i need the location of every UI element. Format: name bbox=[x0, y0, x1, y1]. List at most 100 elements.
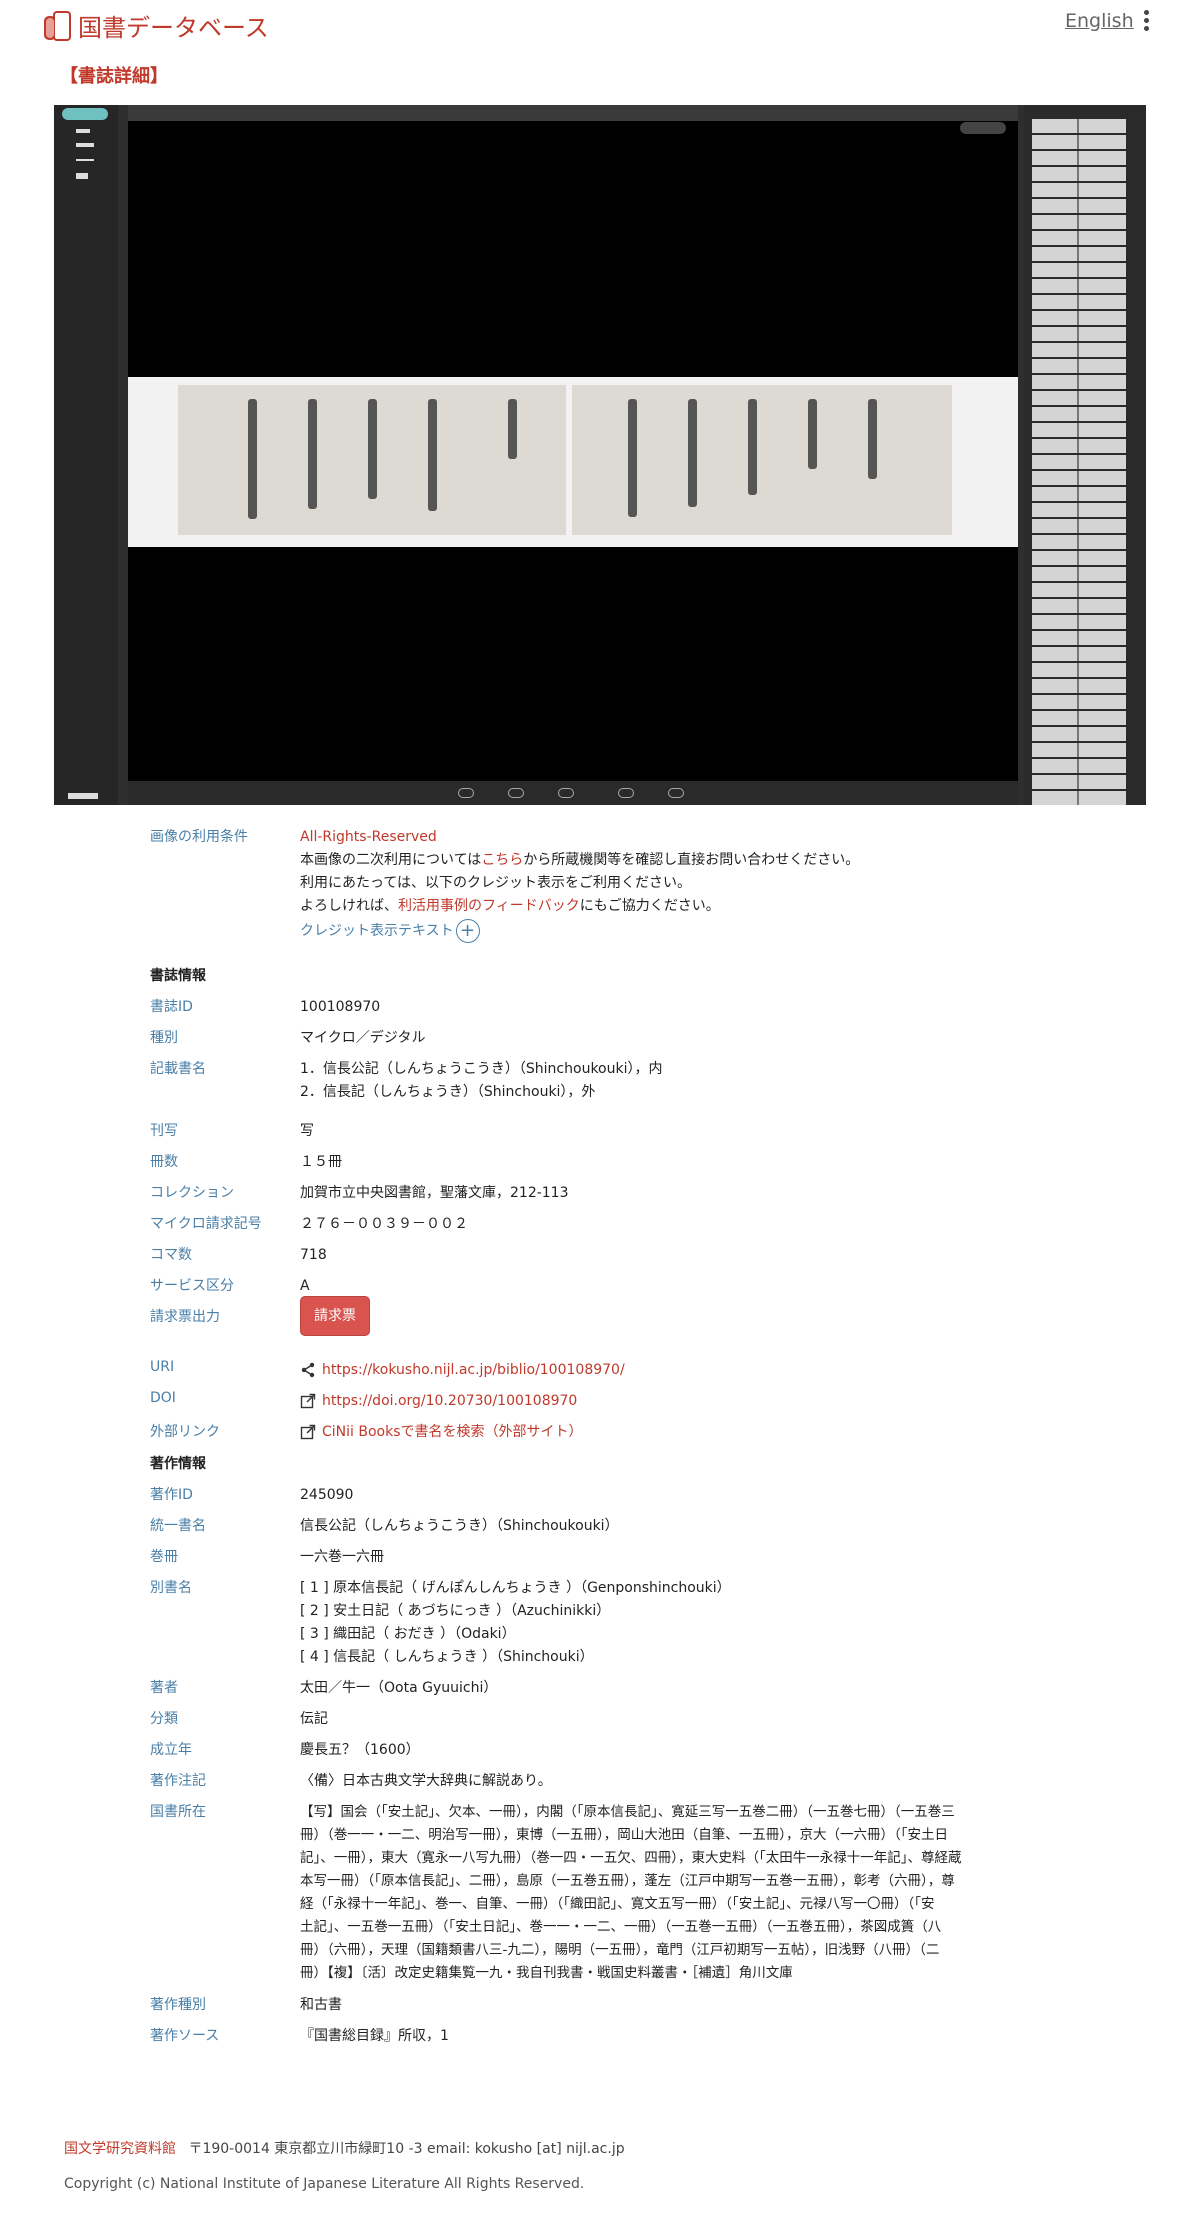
title-entry: 2．信長記（しんちょうき）（Shinchouki），外 bbox=[300, 1084, 596, 1100]
page-thumbnail[interactable] bbox=[1032, 247, 1126, 261]
page-thumbnail[interactable] bbox=[1032, 455, 1126, 469]
holdings-line: 土記」、一五巻一五冊）（「安土日記」、巻一一・一二、一冊）（一五巻一五冊）（一五… bbox=[300, 1919, 942, 1935]
page-thumbnail[interactable] bbox=[1032, 487, 1126, 501]
page-thumbnail[interactable] bbox=[1032, 279, 1126, 293]
page-thumbnail[interactable] bbox=[1032, 215, 1126, 229]
service-value: A bbox=[300, 1278, 310, 1294]
first-page-icon[interactable] bbox=[458, 788, 474, 798]
page-thumbnail[interactable] bbox=[1032, 791, 1126, 805]
collection-label: コレクション bbox=[150, 1185, 234, 1201]
biblio-id-label: 書誌ID bbox=[150, 999, 193, 1015]
page-thumbnail[interactable] bbox=[1032, 615, 1126, 629]
tool-icon[interactable] bbox=[76, 129, 90, 133]
page-thumbnail[interactable] bbox=[1032, 359, 1126, 373]
page-thumbnail[interactable] bbox=[1032, 759, 1126, 773]
alt-title-entry: [ 3 ] 織田記（ おだき ）（Odaki） bbox=[300, 1626, 516, 1642]
page-thumbnail[interactable] bbox=[1032, 311, 1126, 325]
page-thumbnail[interactable] bbox=[1032, 135, 1126, 149]
doi-link[interactable]: https://doi.org/10.20730/100108970 bbox=[322, 1393, 577, 1409]
page-thumbnail[interactable] bbox=[1032, 599, 1126, 613]
viewer-canvas[interactable] bbox=[128, 105, 1018, 805]
page-thumbnail[interactable] bbox=[1032, 727, 1126, 741]
title-entry: 1．信長公記（しんちょうこうき）（Shinchoukouki），内 bbox=[300, 1061, 663, 1077]
page-thumbnail[interactable] bbox=[1032, 583, 1126, 597]
page-thumbnail[interactable] bbox=[1032, 151, 1126, 165]
print-label: 刊写 bbox=[150, 1123, 178, 1139]
play-icon[interactable] bbox=[558, 788, 574, 798]
page-thumbnail[interactable] bbox=[1032, 631, 1126, 645]
page-thumbnail[interactable] bbox=[1032, 567, 1126, 581]
page-thumbnail[interactable] bbox=[1032, 407, 1126, 421]
page-thumbnail[interactable] bbox=[1032, 231, 1126, 245]
page-thumbnail[interactable] bbox=[1032, 647, 1126, 661]
page-thumbnail[interactable] bbox=[1032, 183, 1126, 197]
holdings-line: 記」、一冊），東大（寛永一八写九冊）（巻一四・一五欠、四冊），東大史料（「太田牛… bbox=[300, 1850, 962, 1866]
terms-text: 利用にあたっては、以下のクレジット表示をご利用ください。 bbox=[300, 875, 692, 891]
page-thumbnail[interactable] bbox=[1032, 695, 1126, 709]
page-thumbnail[interactable] bbox=[1032, 711, 1126, 725]
page-thumbnail[interactable] bbox=[1032, 743, 1126, 757]
page-thumbnail[interactable] bbox=[1032, 263, 1126, 277]
cinii-link[interactable]: CiNii Booksで書名を検索（外部サイト） bbox=[322, 1424, 583, 1440]
last-page-icon[interactable] bbox=[668, 788, 684, 798]
language-link[interactable]: English bbox=[1065, 10, 1134, 32]
page-thumbnail[interactable] bbox=[1032, 119, 1126, 133]
page-thumbnail[interactable] bbox=[1032, 519, 1126, 533]
site-logo[interactable]: 国書データベース bbox=[42, 8, 269, 43]
page-title: 【書誌詳細】 bbox=[60, 66, 168, 87]
year-value: 慶長五？（1600） bbox=[300, 1742, 420, 1758]
page-thumbnail[interactable] bbox=[1032, 439, 1126, 453]
terms-text: から所蔵機関等を確認し直接お問い合わせください。 bbox=[523, 852, 860, 868]
zoom-control[interactable] bbox=[960, 122, 1006, 134]
volumes-label: 冊数 bbox=[150, 1154, 178, 1170]
page-thumbnail[interactable] bbox=[1032, 199, 1126, 213]
page-layout-icon[interactable] bbox=[68, 793, 98, 799]
next-page-icon[interactable] bbox=[618, 788, 634, 798]
tool-icon[interactable] bbox=[76, 173, 88, 179]
tool-icon[interactable] bbox=[76, 143, 94, 147]
previous-page-icon[interactable] bbox=[508, 788, 524, 798]
author-link[interactable]: 太田／牛一（Oota Gyuuichi） bbox=[300, 1677, 497, 1700]
class-label: 分類 bbox=[150, 1711, 178, 1727]
page-thumbnail[interactable] bbox=[1032, 167, 1126, 181]
viewer-mode-toggle[interactable] bbox=[62, 108, 108, 120]
page-thumbnail[interactable] bbox=[1032, 679, 1126, 693]
tool-icon[interactable] bbox=[76, 159, 94, 161]
footer-address: 〒190-0014 東京都立川市緑町10 -3 email: kokusho [… bbox=[188, 2141, 625, 2157]
page-thumbnail[interactable] bbox=[1032, 775, 1126, 789]
work-id-link[interactable]: 245090 bbox=[300, 1484, 353, 1507]
page-thumbnail[interactable] bbox=[1032, 551, 1126, 565]
more-menu-icon[interactable] bbox=[1138, 8, 1154, 34]
page-thumbnail[interactable] bbox=[1032, 423, 1126, 437]
author-label: 著者 bbox=[150, 1680, 178, 1696]
page-thumbnail[interactable] bbox=[1032, 535, 1126, 549]
alt-titles-label: 別書名 bbox=[150, 1580, 192, 1596]
request-slip-button[interactable]: 請求票 bbox=[300, 1296, 370, 1336]
plus-circle-icon: + bbox=[455, 919, 480, 943]
page-thumbnail[interactable] bbox=[1032, 343, 1126, 357]
holdings-value: 【写】国会（「安土記」、欠本、一冊），内閣（「原本信長記」、寛延三写一五巻二冊）… bbox=[300, 1801, 1060, 1985]
share-icon bbox=[301, 1362, 315, 1378]
page-thumbnail[interactable] bbox=[1032, 471, 1126, 485]
image-viewer[interactable] bbox=[54, 105, 1146, 805]
terms-text: 本画像の二次利用については bbox=[300, 852, 482, 868]
work-source-value: 『国書総目録』所収，1 bbox=[300, 2028, 449, 2044]
thumbnail-strip[interactable] bbox=[1024, 105, 1146, 805]
page-thumbnail[interactable] bbox=[1032, 663, 1126, 677]
page-thumbnail[interactable] bbox=[1032, 295, 1126, 309]
institution-link[interactable]: 国文学研究資料館 bbox=[64, 2141, 176, 2157]
contact-link[interactable]: こちら bbox=[481, 852, 523, 868]
license-link[interactable]: All-Rights-Reserved bbox=[300, 829, 437, 845]
holdings-line: 冊）（巻一一・一二、明治写一冊），東博（一五冊），岡山大池田（自筆、一五冊），京… bbox=[300, 1827, 948, 1843]
page-thumbnail[interactable] bbox=[1032, 503, 1126, 517]
terms-text: よろしければ、 bbox=[300, 898, 398, 914]
work-volumes-label: 巻冊 bbox=[150, 1549, 178, 1565]
feedback-link[interactable]: 利活用事例のフィードバック bbox=[398, 898, 580, 914]
note-label: 著作注記 bbox=[150, 1773, 206, 1789]
page-thumbnail[interactable] bbox=[1032, 327, 1126, 341]
credit-toggle[interactable]: クレジット表示テキスト + bbox=[300, 919, 1200, 943]
page-thumbnail[interactable] bbox=[1032, 375, 1126, 389]
uri-link[interactable]: https://kokusho.nijl.ac.jp/biblio/100108… bbox=[322, 1362, 625, 1378]
titles-label: 記載書名 bbox=[150, 1061, 206, 1077]
page-thumbnail[interactable] bbox=[1032, 391, 1126, 405]
